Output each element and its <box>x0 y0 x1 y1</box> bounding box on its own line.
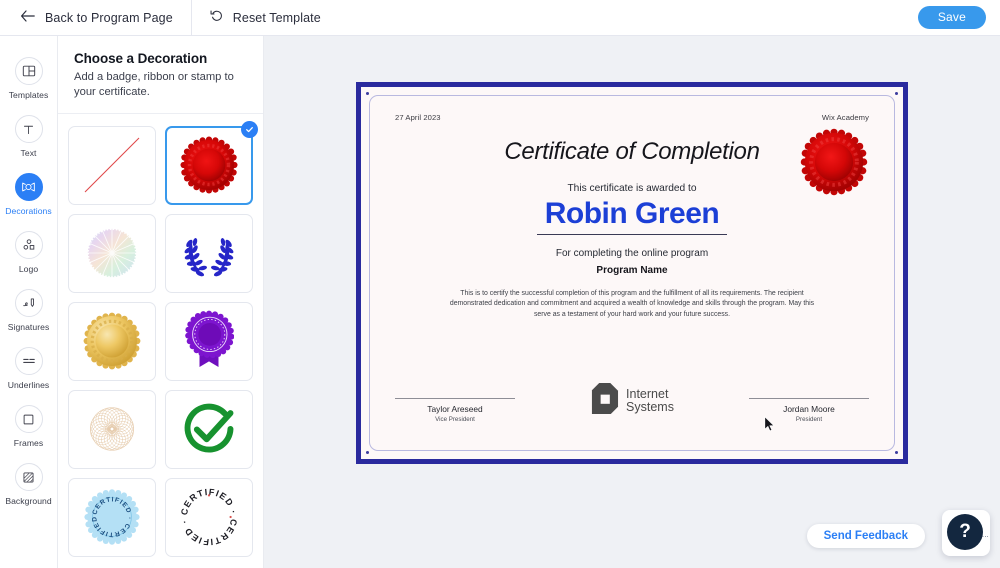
decoration-option-guilloche-rosette[interactable] <box>68 389 156 469</box>
decoration-grid: CERTIFIED · CERTIFIED · CERTIFIED · <box>58 114 263 568</box>
signature-title-right: President <box>795 416 823 423</box>
panel-header: Choose a Decoration Add a badge, ribbon … <box>58 36 263 114</box>
decoration-option-holographic-rosette[interactable] <box>68 213 156 293</box>
signature-name-right: Jordan Moore <box>783 404 835 414</box>
decoration-option-blue-laurel-wreath[interactable] <box>165 213 253 293</box>
signature-name-left: Taylor Areseed <box>427 404 483 414</box>
certificate-program-name[interactable]: Program Name <box>395 265 869 276</box>
signature-title-left: Vice President <box>435 416 475 423</box>
editor-body: Templates Text Decorations Logo Signatur… <box>0 36 1000 568</box>
certificate-name-wrapper: Robin Green <box>395 197 869 235</box>
decorations-panel: Choose a Decoration Add a badge, ribbon … <box>58 36 264 568</box>
sidebar-item-templates[interactable]: Templates <box>0 50 57 108</box>
guilloche-rosette-icon <box>69 391 155 468</box>
sidebar-item-background[interactable]: Background <box>0 456 57 514</box>
certificate-logo-text: Internet Systems <box>626 386 674 415</box>
red-seal-badge-icon <box>167 128 251 203</box>
decoration-badge-icon <box>14 173 43 201</box>
reset-template-label: Reset Template <box>232 11 321 25</box>
certificate-signature-row: Taylor Areseed Vice President Internet S… <box>395 383 869 423</box>
selected-check-icon <box>241 120 258 138</box>
logo-line-2: Systems <box>626 400 674 414</box>
signature-block-right[interactable]: Jordan Moore President <box>749 398 869 423</box>
sidebar-item-text[interactable]: Text <box>0 108 57 166</box>
signature-line-right <box>749 398 869 399</box>
text-t-icon <box>14 115 43 143</box>
internet-systems-logo-icon <box>590 383 619 419</box>
certificate-for-completing-label[interactable]: For completing the online program <box>395 248 869 259</box>
save-button-container: Save <box>917 0 1000 35</box>
panel-title: Choose a Decoration <box>74 51 208 66</box>
decoration-option-outline-certified-stamp[interactable]: CERTIFIED · CERTIFIED · <box>165 477 253 557</box>
certificate-body-text[interactable]: This is to certify the successful comple… <box>442 289 822 320</box>
gold-seal-badge-icon <box>69 303 155 380</box>
sidebar-label-frames: Frames <box>13 438 44 448</box>
decoration-option-purple-ribbon-rosette[interactable] <box>165 301 253 381</box>
sidebar-item-signatures[interactable]: Signatures <box>0 282 57 340</box>
decoration-option-green-check-circle[interactable] <box>165 389 253 469</box>
decoration-option-blue-certified-stamp[interactable]: CERTIFIED · CERTIFIED · CERTIFIED · <box>68 477 156 557</box>
signature-block-left[interactable]: Taylor Areseed Vice President <box>395 398 515 423</box>
sidebar-label-signatures: Signatures <box>7 322 50 332</box>
logo-shapes-icon <box>14 231 43 259</box>
help-menu-dots-icon[interactable]: ⋮ <box>981 533 988 540</box>
frame-square-icon <box>14 405 43 433</box>
holographic-rosette-icon <box>69 215 155 292</box>
sidebar-label-templates: Templates <box>8 90 49 100</box>
arrow-left-icon <box>20 9 35 27</box>
sidebar-label-text: Text <box>20 148 37 158</box>
sidebar-item-frames[interactable]: Frames <box>0 398 57 456</box>
blue-certified-stamp-icon: CERTIFIED · CERTIFIED · CERTIFIED · <box>69 479 155 556</box>
decoration-option-none[interactable] <box>68 125 156 205</box>
certificate-awarded-label[interactable]: This certificate is awarded to <box>395 183 869 194</box>
certified-ring-text-icon: CERTIFIED · CERTIFIED · <box>166 479 252 556</box>
diagonal-slash-none-icon <box>69 127 155 204</box>
send-feedback-button[interactable]: Send Feedback <box>806 524 925 548</box>
certificate-canvas: 27 April 2023 Wix Academy Certificate of… <box>264 36 1000 568</box>
signature-pen-icon <box>14 289 43 317</box>
underline-lines-icon <box>14 347 43 375</box>
reset-template-button[interactable]: Reset Template <box>192 0 339 36</box>
templates-layout-icon <box>14 57 43 85</box>
panel-subtitle: Add a badge, ribbon or stamp to your cer… <box>74 71 234 98</box>
reset-circular-arrow-icon <box>210 9 224 28</box>
certificate-header-row: 27 April 2023 Wix Academy <box>395 113 869 122</box>
certificate-red-seal[interactable] <box>799 127 869 202</box>
back-button-label: Back to Program Page <box>45 11 173 25</box>
certificate-logo[interactable]: Internet Systems <box>590 383 674 423</box>
top-toolbar: Back to Program Page Reset Template Save <box>0 0 1000 36</box>
sidebar-label-background: Background <box>5 496 52 506</box>
certificate-editor-app: Back to Program Page Reset Template Save… <box>0 0 1000 568</box>
green-check-circle-icon <box>166 391 252 468</box>
background-hatch-icon <box>14 463 43 491</box>
sidebar-item-logo[interactable]: Logo <box>0 224 57 282</box>
left-nav-rail: Templates Text Decorations Logo Signatur… <box>0 36 58 568</box>
certificate-content: 27 April 2023 Wix Academy Certificate of… <box>361 87 903 459</box>
certificate-preview[interactable]: 27 April 2023 Wix Academy Certificate of… <box>356 82 908 464</box>
save-button[interactable]: Save <box>917 6 986 29</box>
sidebar-item-decorations[interactable]: Decorations <box>0 166 57 224</box>
certificate-organization[interactable]: Wix Academy <box>822 113 869 122</box>
signature-line-left <box>395 398 515 399</box>
decoration-option-red-wax-seal[interactable] <box>165 120 258 205</box>
decoration-option-gold-seal[interactable] <box>68 301 156 381</box>
laurel-wreath-icon <box>166 215 252 292</box>
back-to-program-page-button[interactable]: Back to Program Page <box>0 0 192 36</box>
sidebar-label-decorations: Decorations <box>5 206 52 216</box>
sidebar-label-logo: Logo <box>18 264 39 274</box>
purple-ribbon-award-icon <box>166 303 252 380</box>
help-button[interactable]: ? <box>947 514 983 550</box>
certificate-title[interactable]: Certificate of Completion <box>395 138 869 166</box>
certificate-recipient-name[interactable]: Robin Green <box>536 197 728 235</box>
sidebar-item-underlines[interactable]: Underlines <box>0 340 57 398</box>
certificate-date[interactable]: 27 April 2023 <box>395 113 441 122</box>
logo-line-1: Internet <box>626 386 669 401</box>
sidebar-label-underlines: Underlines <box>7 380 50 390</box>
